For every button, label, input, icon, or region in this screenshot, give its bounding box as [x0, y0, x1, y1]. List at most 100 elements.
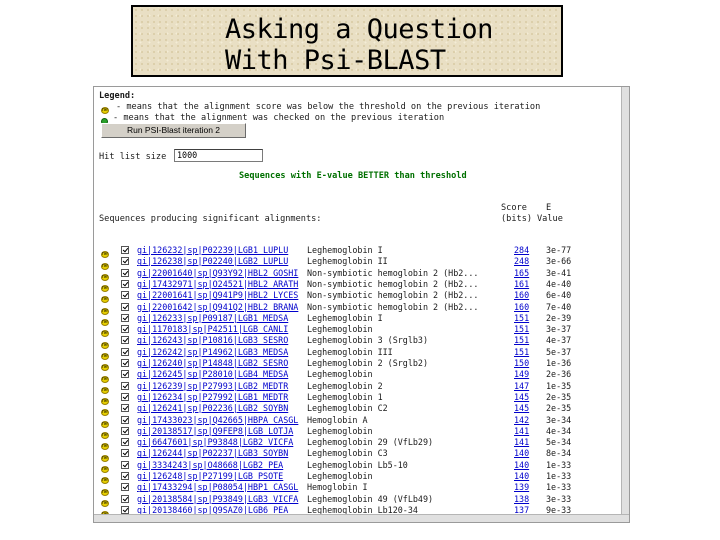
sequence-id-link[interactable]: gi|126234|sp|P27992|LGB1_MEDTR — [137, 392, 288, 402]
include-checkbox[interactable] — [121, 404, 129, 413]
score-link[interactable]: 138 — [514, 494, 529, 504]
include-checkbox[interactable] — [121, 359, 129, 367]
include-checkbox[interactable] — [121, 438, 129, 447]
include-checkbox[interactable] — [121, 291, 129, 300]
score-link[interactable]: 284 — [514, 245, 529, 255]
sequence-id-link[interactable]: gi|126241|sp|P02236|LGB2_SOYBN — [137, 403, 288, 413]
include-checkbox[interactable] — [121, 415, 129, 424]
sequence-id-link[interactable]: gi|22001640|sp|Q93Y92|HBL2_GOSHI — [137, 268, 298, 278]
include-checkbox[interactable] — [121, 472, 129, 480]
sequence-description: Leghemoglobin — [307, 324, 373, 335]
sequence-description: Leghemoglobin 2 (Srglb2) — [307, 358, 429, 368]
include-checkbox[interactable] — [121, 460, 129, 469]
vertical-scrollbar[interactable] — [621, 87, 629, 517]
score-link[interactable]: 140 — [514, 448, 529, 458]
sequence-id-link[interactable]: gi|6647601|sp|P93848|LGB2_VICFA — [137, 437, 293, 447]
score-link[interactable]: 151 — [514, 347, 529, 357]
sequence-description: Leghemoglobin 3 (Srglb3) — [307, 335, 429, 346]
include-checkbox[interactable] — [121, 257, 129, 266]
include-checkbox[interactable] — [121, 449, 129, 458]
include-checkbox[interactable] — [121, 505, 129, 514]
table-row: ne gi|126245|sp|P28010|LGB4_MEDSA Leghemog… — [94, 369, 574, 383]
score-link[interactable]: 139 — [514, 482, 529, 492]
sequence-description: Leghemoglobin — [307, 369, 373, 380]
sequence-id-link[interactable]: gi|17433294|sp|P08054|HBP1_CASGL — [137, 482, 298, 492]
score-link[interactable]: 141 — [514, 426, 529, 436]
include-checkbox[interactable] — [121, 347, 129, 356]
score-link[interactable]: 141 — [514, 437, 529, 447]
sequence-id-link[interactable]: gi|17432971|sp|O24521|HBL2_ARATH — [137, 279, 298, 289]
sequence-id-link[interactable]: gi|126238|sp|P02240|LGB2_LUPLU — [137, 256, 288, 266]
sequence-id-link[interactable]: gi|3334243|sp|O48668|LGB2_PEA — [137, 460, 283, 470]
sequence-id-link[interactable]: gi|1170183|sp|P42511|LGB_CANLI — [137, 324, 288, 334]
table-row: ne gi|17432971|sp|O24521|HBL2_ARATH Non-sy… — [94, 278, 574, 293]
sequence-id-link[interactable]: gi|126243|sp|P10816|LGB3_SESRO — [137, 335, 288, 345]
include-checkbox[interactable] — [121, 325, 129, 334]
include-checkbox[interactable] — [121, 381, 129, 390]
table-row: ne gi|6647601|sp|P93848|LGB2_VICFA Leghemo… — [94, 437, 574, 451]
evalue: 2e-35 — [546, 391, 572, 402]
sequence-id-link[interactable]: gi|22001642|sp|Q941Q2|HBL2_BRANA — [137, 302, 298, 312]
sequence-id-link[interactable]: gi|126244|sp|P02237|LGB3_SOYBN — [137, 448, 288, 458]
include-checkbox[interactable] — [121, 336, 129, 345]
horizontal-scrollbar[interactable] — [94, 514, 629, 522]
evalue: 3e-77 — [546, 245, 572, 255]
include-checkbox[interactable] — [121, 370, 129, 379]
score-link[interactable]: 165 — [514, 268, 529, 278]
sequence-description: Leghemoglobin I — [307, 245, 383, 255]
score-link[interactable]: 147 — [514, 381, 529, 391]
slide-title-line-2: With Psi-BLAST — [225, 45, 446, 76]
sequence-id-link[interactable]: gi|126232|sp|P02239|LGB1_LUPLU — [137, 245, 288, 255]
sequence-id-link[interactable]: gi|126245|sp|P28010|LGB4_MEDSA — [137, 369, 288, 379]
score-link[interactable]: 142 — [514, 415, 529, 425]
evalue-col-header: E — [546, 203, 552, 213]
include-checkbox[interactable] — [121, 426, 129, 435]
sequence-description: Leghemoglobin 1 — [307, 391, 383, 402]
score-link[interactable]: 140 — [514, 460, 529, 470]
sequence-description: Hemoglobin I — [307, 482, 368, 493]
sequence-id-link[interactable]: gi|17433023|sp|Q42665|HBPA_CASGL — [137, 415, 298, 425]
evalue: 3e-41 — [546, 267, 572, 278]
score-link[interactable]: 150 — [514, 358, 529, 368]
sequence-id-link[interactable]: gi|126233|sp|P09187|LGB1_MEDSA — [137, 313, 288, 323]
evalue: 4e-37 — [546, 335, 572, 346]
score-link[interactable]: 151 — [514, 324, 529, 334]
evalue: 1e-36 — [546, 358, 572, 368]
slide-title-line-1: Asking a Question — [225, 14, 493, 45]
score-link[interactable]: 161 — [514, 279, 529, 289]
sequences-section-header: Sequences with E-value BETTER than thres… — [239, 171, 467, 181]
sequence-id-link[interactable]: gi|22001641|sp|Q941P9|HBL2_LYCES — [137, 290, 298, 300]
include-checkbox[interactable] — [121, 268, 129, 277]
table-row: ne gi|17433294|sp|P08054|HBP1_CASGL Hemogl… — [94, 482, 574, 496]
score-link[interactable]: 151 — [514, 335, 529, 345]
score-bits-header: (bits) — [501, 214, 533, 224]
score-link[interactable]: 248 — [514, 256, 529, 266]
score-link[interactable]: 149 — [514, 369, 529, 379]
sequence-id-link[interactable]: gi|126248|sp|P27199|LGB_PSOTE — [137, 471, 283, 481]
evalue: 1e-33 — [546, 459, 572, 470]
sequence-id-link[interactable]: gi|126239|sp|P27993|LGB2_MEDTR — [137, 381, 288, 391]
sequence-description: Non-symbiotic hemoglobin 2 (Hb2... — [307, 301, 479, 312]
sequence-id-link[interactable]: gi|20138584|sp|P93849|LGB3_VICFA — [137, 494, 298, 504]
score-link[interactable]: 145 — [514, 392, 529, 402]
score-link[interactable]: 160 — [514, 302, 529, 312]
blast-results-window: Legend: ne - means that the alignment sc… — [93, 86, 630, 523]
sequence-id-link[interactable]: gi|126242|sp|P14962|LGB3_MEDSA — [137, 347, 288, 357]
run-psi-blast-button[interactable]: Run PSI-Blast iteration 2 — [101, 123, 246, 138]
score-link[interactable]: 145 — [514, 403, 529, 413]
hit-list-size-input[interactable]: 1000 — [174, 149, 263, 162]
sequence-id-link[interactable]: gi|20138517|sp|Q9FEP8|LGB_LOTJA — [137, 426, 293, 436]
sequence-id-link[interactable]: gi|126240|sp|P14848|LGB2_SESRO — [137, 358, 288, 368]
include-checkbox[interactable] — [121, 494, 129, 503]
include-checkbox[interactable] — [121, 302, 129, 311]
score-link[interactable]: 160 — [514, 290, 529, 300]
include-checkbox[interactable] — [121, 483, 129, 492]
include-checkbox[interactable] — [121, 246, 129, 254]
alignments-col-header: Sequences producing significant alignmen… — [99, 214, 322, 224]
include-checkbox[interactable] — [121, 313, 129, 322]
include-checkbox[interactable] — [121, 279, 129, 288]
include-checkbox[interactable] — [121, 392, 129, 401]
evalue: 4e-40 — [546, 278, 572, 289]
score-link[interactable]: 140 — [514, 471, 529, 481]
score-link[interactable]: 151 — [514, 313, 529, 323]
